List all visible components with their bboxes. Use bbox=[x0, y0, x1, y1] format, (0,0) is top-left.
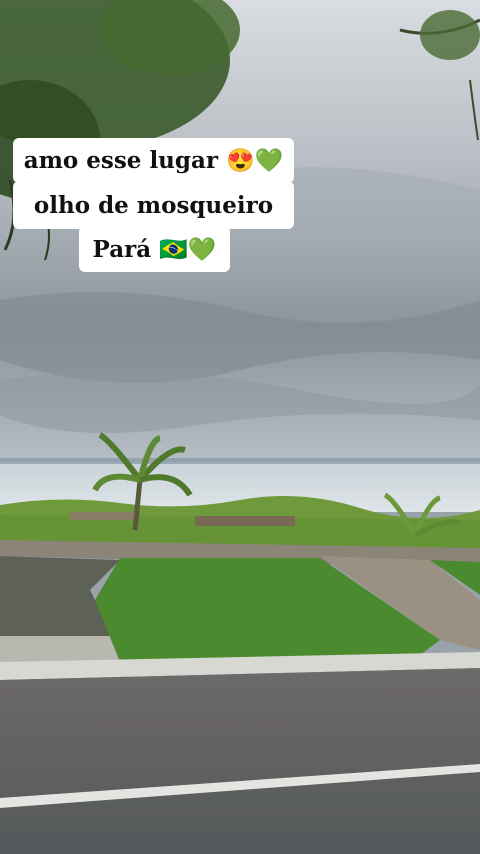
caption-text-2: olho de mosqueiro bbox=[33, 191, 274, 219]
caption-text-1: amo esse lugar 😍💚 bbox=[23, 147, 284, 174]
bench bbox=[70, 512, 140, 520]
landscape-photo bbox=[0, 0, 480, 854]
caption-line-3: Pará 🇧🇷💚 bbox=[79, 226, 230, 272]
caption-line-2: olho de mosqueiro bbox=[13, 181, 294, 229]
horizon-line bbox=[0, 458, 480, 464]
caption-text-3: Pará 🇧🇷💚 bbox=[92, 235, 217, 263]
photo-scene: amo esse lugar 😍💚 olho de mosqueiro Pará… bbox=[0, 0, 480, 854]
bench bbox=[195, 516, 295, 526]
concrete-step bbox=[0, 636, 120, 664]
caption-line-1: amo esse lugar 😍💚 bbox=[13, 138, 294, 183]
